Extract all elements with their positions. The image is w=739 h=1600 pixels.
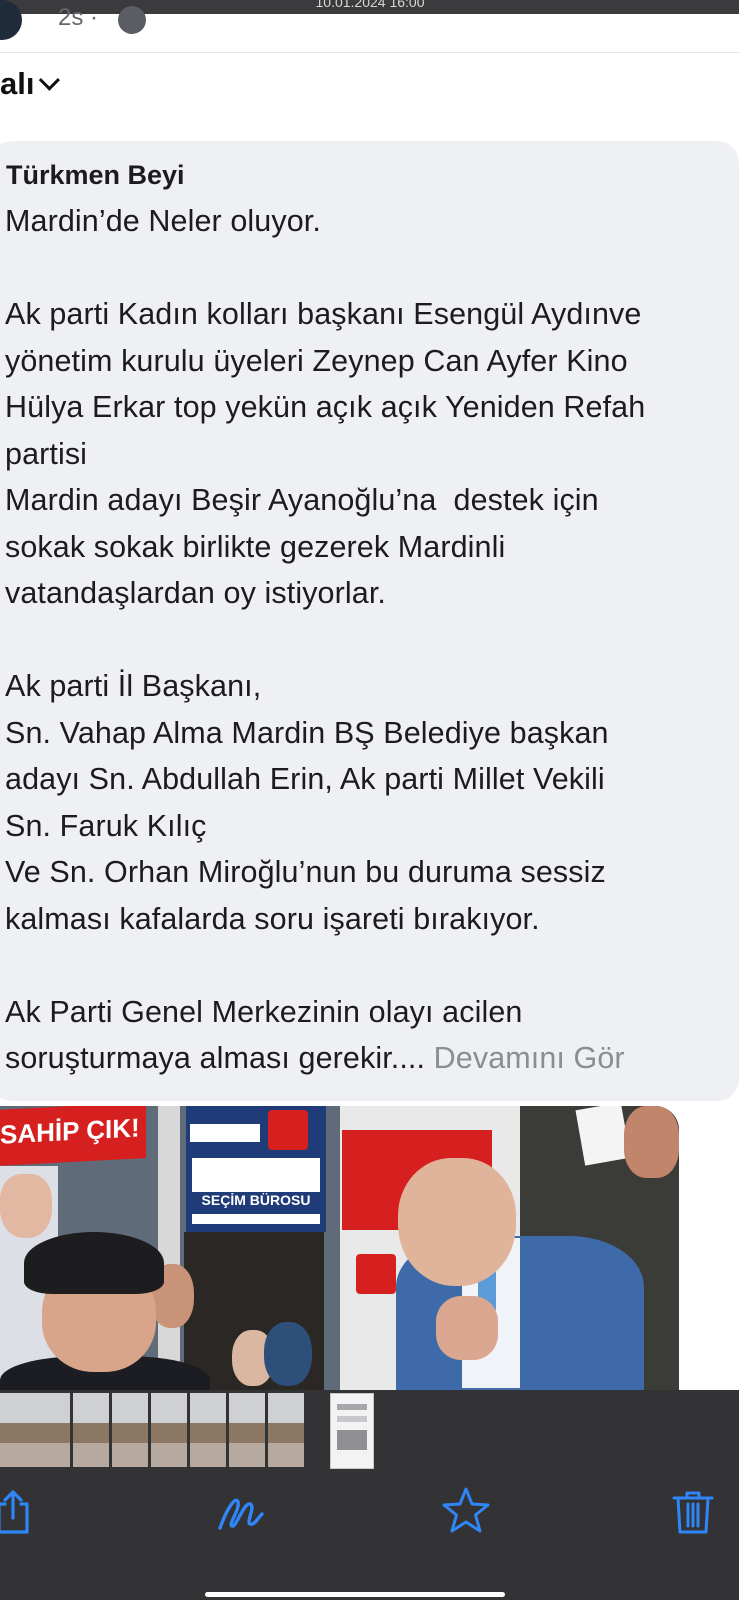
- status-time: 10.01.2024 16:00: [315, 0, 425, 10]
- comment-body: Mardin’de Neler oluyor. Ak parti Kadın k…: [5, 204, 646, 1075]
- status-bar: 10.01.2024 16:00: [0, 0, 739, 14]
- home-indicator[interactable]: [205, 1592, 505, 1597]
- thumbnail[interactable]: [112, 1393, 148, 1467]
- post-meta: 2s ·: [58, 4, 99, 31]
- post-header: 2s ·: [0, 0, 739, 53]
- thumbnail[interactable]: [34, 1393, 70, 1467]
- photo-hand: [436, 1296, 498, 1360]
- photo-office-sign: SEÇİM BÜROSU: [192, 1192, 320, 1214]
- photo-cap: [24, 1232, 164, 1294]
- markup-icon[interactable]: [214, 1484, 268, 1538]
- comment-author[interactable]: Türkmen Beyi: [6, 160, 185, 191]
- photo-pillar: [158, 1106, 180, 1390]
- photo-banner-slab: [192, 1158, 320, 1224]
- photo-banner-tag: [190, 1124, 260, 1142]
- photo-person-woman-2: [264, 1322, 312, 1386]
- star-icon[interactable]: [439, 1484, 493, 1538]
- photo-sign-left: SAHİP ÇIK!: [0, 1106, 146, 1166]
- photo-toolbar: [0, 1470, 739, 1560]
- thumbnail[interactable]: [151, 1393, 187, 1467]
- comment-text: Mardin’de Neler oluyor. Ak parti Kadın k…: [5, 198, 735, 1082]
- photo-face-corner: [624, 1106, 679, 1178]
- photo-party-logo: [356, 1254, 396, 1294]
- photo-flag: [575, 1106, 631, 1166]
- trash-icon[interactable]: [666, 1484, 720, 1538]
- thumbnail[interactable]: [229, 1393, 265, 1467]
- share-icon[interactable]: [0, 1484, 40, 1538]
- chevron-down-icon: [39, 69, 61, 91]
- photo-face-left: [0, 1174, 52, 1238]
- photo-banner-logo: [268, 1110, 308, 1150]
- thumbnail[interactable]: [268, 1393, 304, 1467]
- thumbnail-selected[interactable]: [330, 1393, 374, 1469]
- filter-label: alı: [0, 66, 35, 101]
- see-more-link[interactable]: Devamını Gör: [434, 1041, 625, 1075]
- photo-office-banner: SEÇİM BÜROSU: [186, 1106, 326, 1232]
- comment-filter-dropdown[interactable]: alı: [0, 66, 61, 102]
- globe-icon: [118, 6, 146, 34]
- attached-photo[interactable]: SEÇİM BÜROSU SAHİP ÇIK!: [0, 1106, 679, 1390]
- thumbnail[interactable]: [0, 1393, 36, 1467]
- photo-face-candidate: [398, 1158, 516, 1286]
- thumbnail[interactable]: [73, 1393, 109, 1467]
- thumbnail[interactable]: [190, 1393, 226, 1467]
- thumbnail-strip[interactable]: [0, 1393, 739, 1469]
